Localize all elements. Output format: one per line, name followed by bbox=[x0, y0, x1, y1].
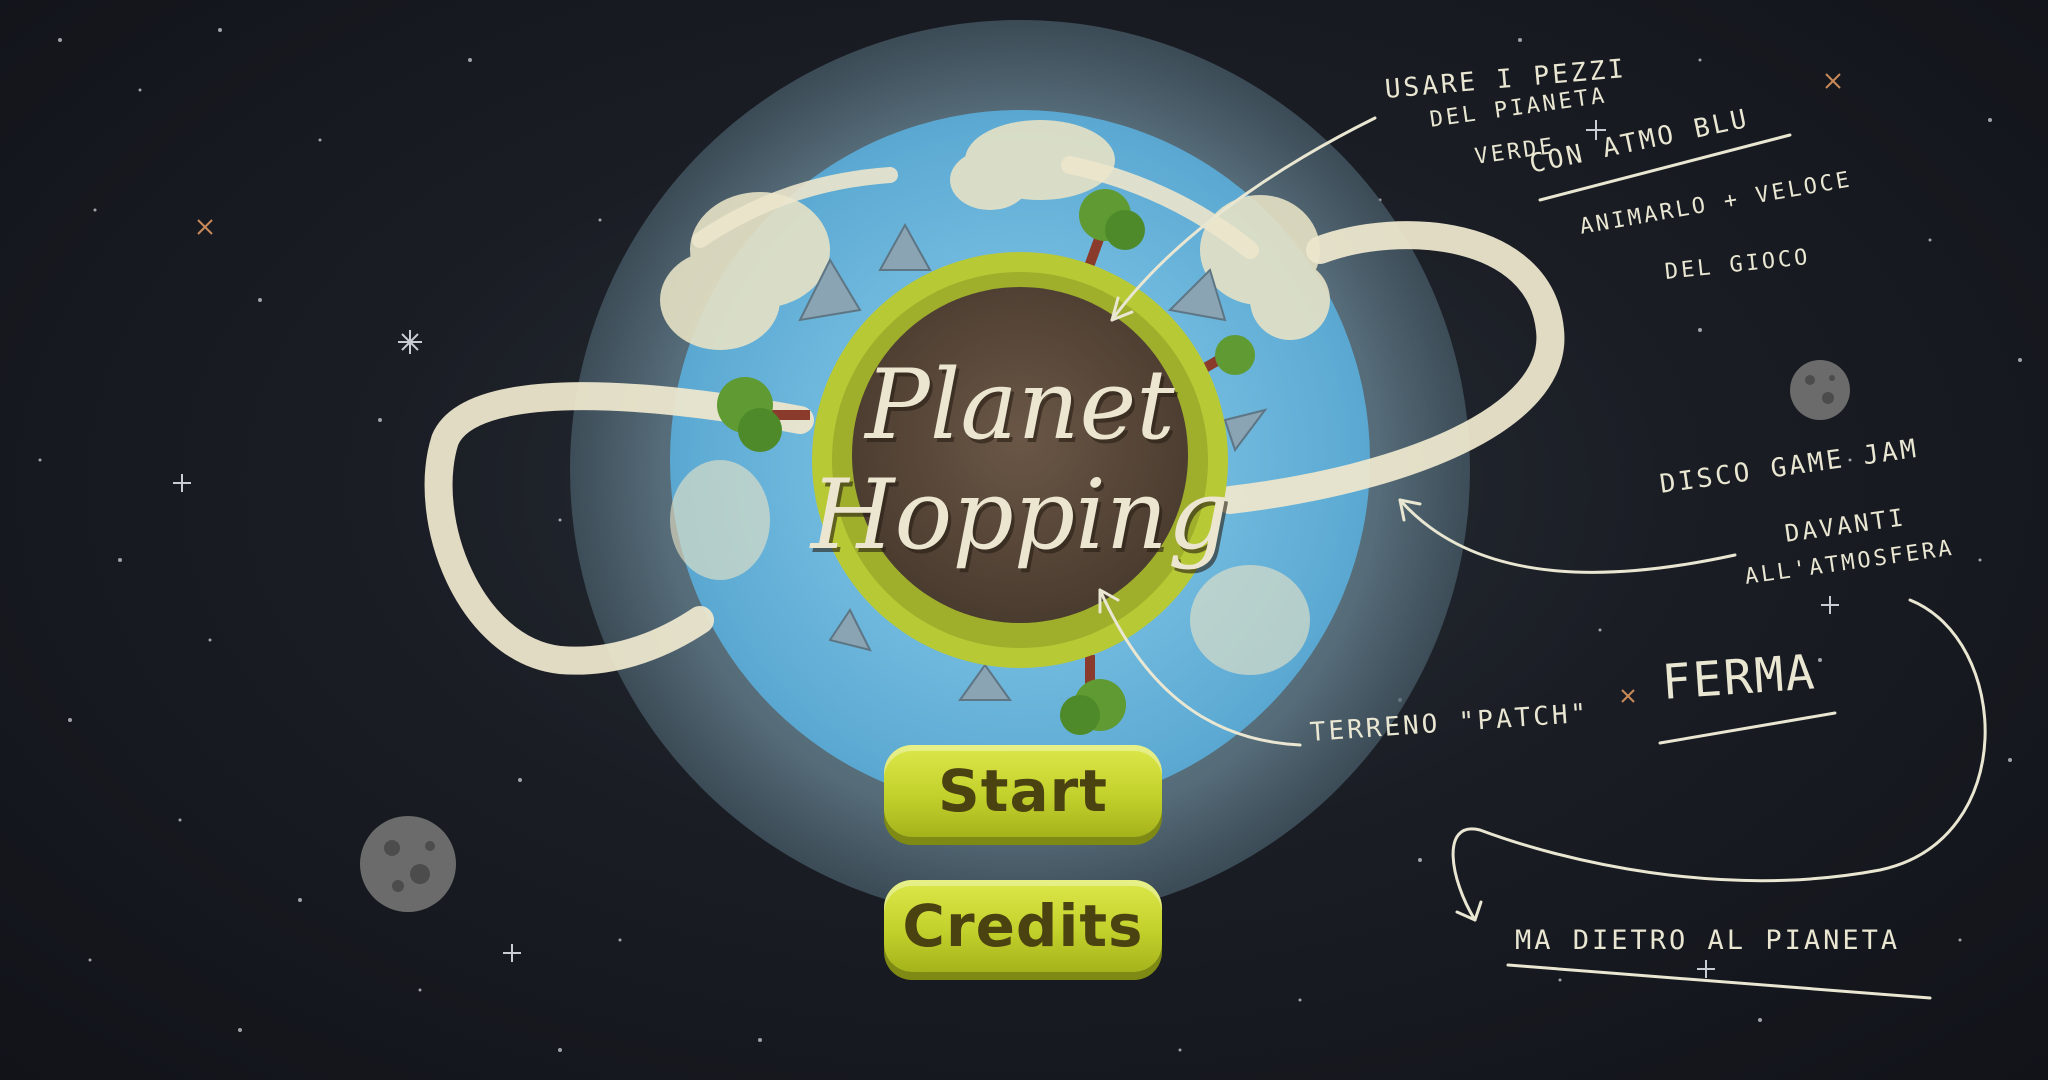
note-ferma: FERMA bbox=[1660, 644, 1819, 711]
game-title-line-2: Hopping bbox=[810, 459, 1230, 571]
game-title-line-1: Planet bbox=[865, 349, 1175, 461]
start-button[interactable]: Start bbox=[884, 745, 1162, 837]
moon-right bbox=[1790, 360, 1850, 420]
credits-button[interactable]: Credits bbox=[884, 880, 1162, 972]
moon-left bbox=[360, 816, 456, 912]
note-ma-dietro: MA DIETRO AL PIANETA bbox=[1515, 925, 1901, 956]
